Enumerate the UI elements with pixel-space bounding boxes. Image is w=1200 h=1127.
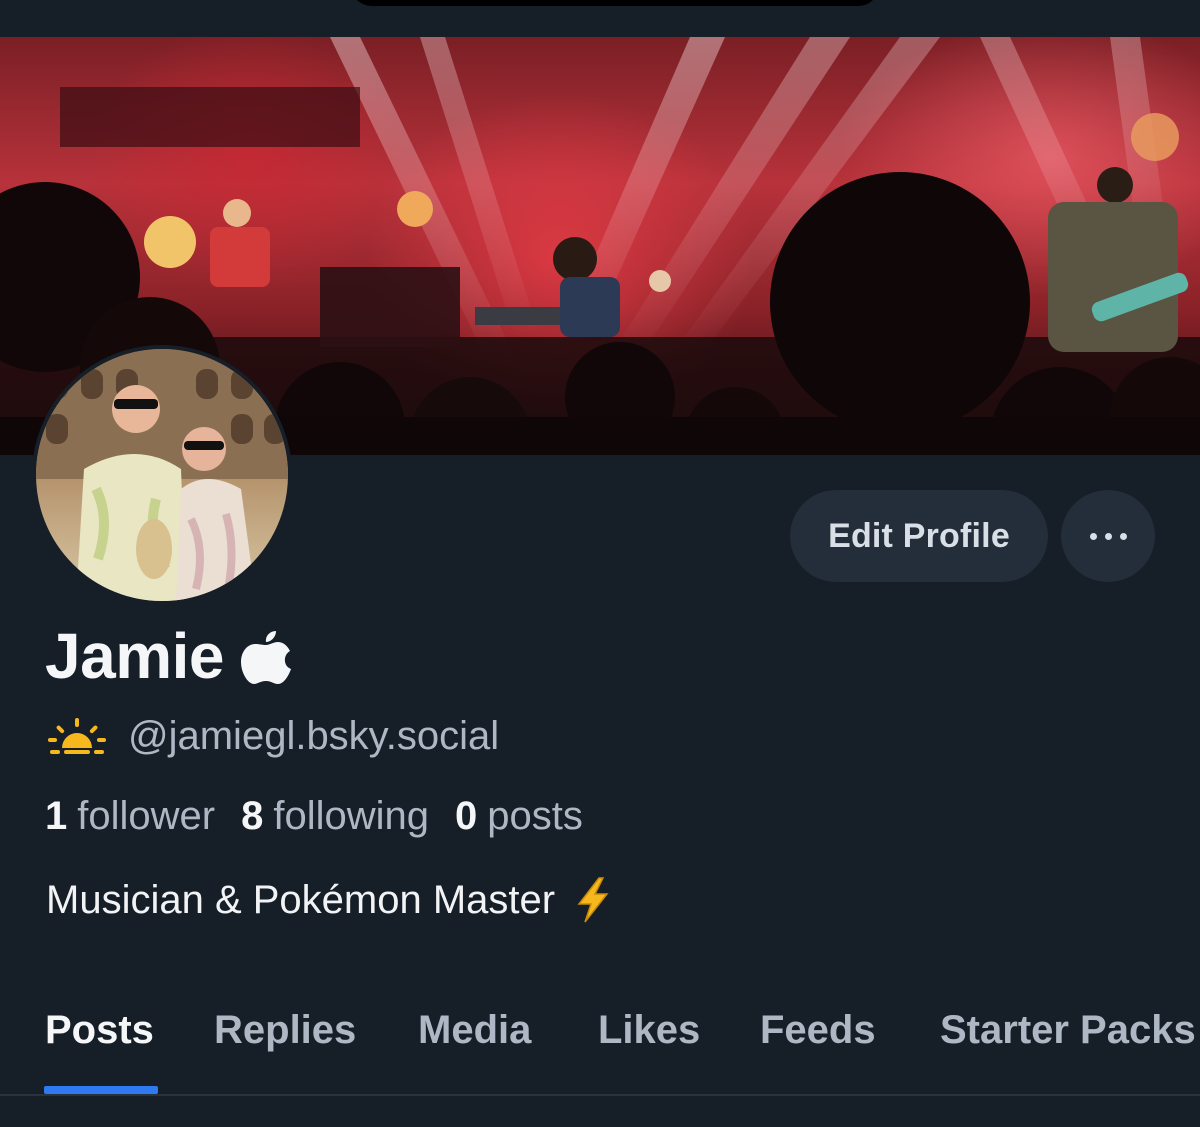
- display-name-row: Jamie: [45, 618, 292, 694]
- posts-label: posts: [487, 793, 583, 838]
- profile-stats: 1 follower 8 following 0 posts: [45, 790, 609, 842]
- sunrise-icon: [48, 718, 106, 754]
- tab-media[interactable]: Media: [418, 1008, 531, 1053]
- tab-starter-packs[interactable]: Starter Packs: [940, 1008, 1196, 1053]
- tab-likes[interactable]: Likes: [598, 1008, 700, 1053]
- lightning-bolt-icon: [577, 877, 609, 923]
- profile-bio: Musician & Pokémon Master: [46, 872, 613, 928]
- profile-page: Edit Profile Jamie @jamiegl.bsky.social: [0, 0, 1200, 1127]
- handle-row: @jamiegl.bsky.social: [46, 708, 499, 764]
- followers-count: 1: [45, 793, 68, 838]
- tab-feeds[interactable]: Feeds: [760, 1008, 876, 1053]
- following-label: following: [273, 793, 429, 838]
- edit-profile-button[interactable]: Edit Profile: [790, 490, 1048, 582]
- ellipsis-icon: [1086, 532, 1131, 540]
- device-notch: [350, 0, 880, 6]
- profile-tabs: Posts Replies Media Likes Feeds Starter …: [0, 990, 1200, 1096]
- posts-stat: 0 posts: [455, 794, 583, 839]
- tab-replies[interactable]: Replies: [214, 1008, 356, 1053]
- bio-text: Musician & Pokémon Master: [46, 877, 556, 922]
- followers-label: follower: [77, 793, 216, 838]
- posts-count: 0: [455, 793, 478, 838]
- profile-handle: @jamiegl.bsky.social: [128, 713, 500, 758]
- apple-logo-icon: [240, 631, 291, 684]
- tab-posts[interactable]: Posts: [45, 1008, 154, 1053]
- avatar-photo: [36, 349, 288, 601]
- followers-stat[interactable]: 1 follower: [45, 794, 215, 839]
- display-name: Jamie: [45, 620, 224, 692]
- profile-avatar[interactable]: [32, 345, 292, 605]
- following-stat[interactable]: 8 following: [241, 794, 429, 839]
- active-tab-indicator: [44, 1086, 158, 1094]
- following-count: 8: [241, 793, 264, 838]
- more-options-button[interactable]: [1061, 490, 1155, 582]
